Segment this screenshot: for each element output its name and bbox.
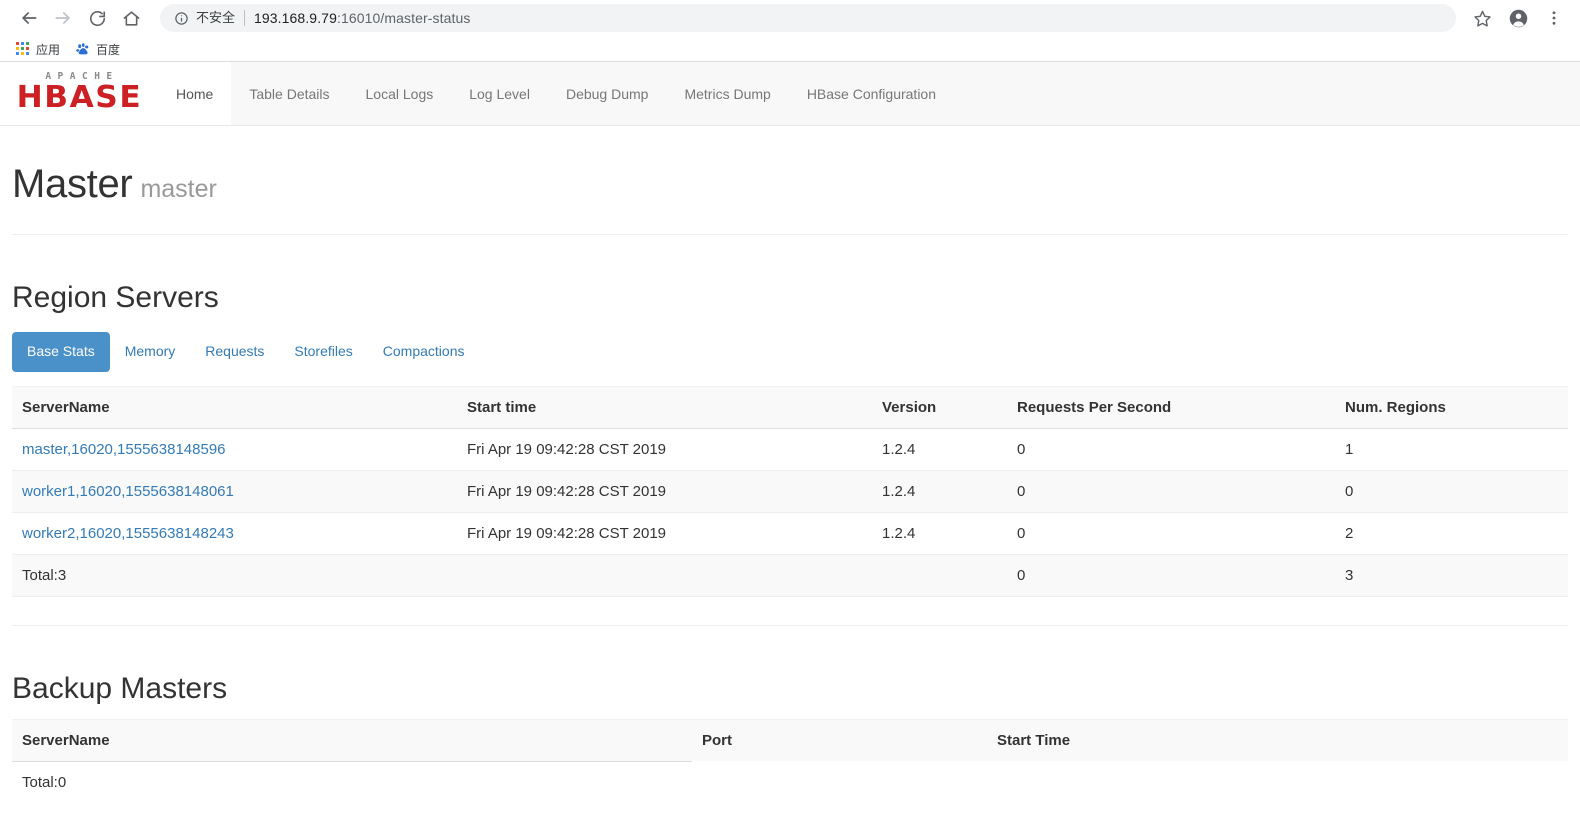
cell-version: 1.2.4 [872, 470, 1007, 513]
baidu-paw-icon [76, 43, 89, 55]
page-body: Master master Region Servers Base Stats M… [0, 162, 1580, 817]
profile-avatar-icon[interactable] [1503, 3, 1533, 33]
tab-base-stats[interactable]: Base Stats [12, 332, 110, 372]
col-servername: ServerName [12, 385, 457, 429]
cell-num-regions: 1 [1335, 428, 1568, 471]
col-bm-port: Port [692, 718, 987, 762]
three-dot-menu-icon[interactable] [1539, 3, 1569, 33]
region-servers-table: ServerName Start time Version Requests P… [12, 385, 1568, 597]
info-circle-icon[interactable] [174, 11, 189, 26]
nav-link-table-details[interactable]: Table Details [231, 62, 347, 125]
cell-version: 1.2.4 [872, 428, 1007, 471]
cell-bm-total-label: Total:0 [22, 773, 67, 791]
star-icon[interactable] [1467, 3, 1497, 33]
server-link[interactable]: master,16020,1555638148596 [22, 441, 226, 458]
backup-masters-heading: Backup Masters [12, 671, 228, 705]
bookmark-apps[interactable]: 应用 [10, 39, 66, 60]
backup-masters-table-body: Total:0 [12, 761, 1568, 803]
region-servers-table-body: master,16020,1555638148596 Fri Apr 19 09… [12, 428, 1568, 597]
table-row: master,16020,1555638148596 Fri Apr 19 09… [12, 428, 1568, 471]
cell-bm-total-start-time [987, 761, 1568, 803]
nav-link-hbase-configuration[interactable]: HBase Configuration [789, 62, 954, 125]
backup-masters-table-head: ServerName Port Start Time [12, 718, 1568, 762]
browser-chrome: 不安全 193.168.9.79:16010/master-status 应用 … [0, 0, 1580, 62]
logo-hbase-text: HBASE [16, 79, 142, 115]
page-content: APACHE HBASE Home Table Details Local Lo… [0, 62, 1580, 817]
cell-servername: worker1,16020,1555638148061 [12, 470, 457, 513]
bookmark-apps-label: 应用 [36, 42, 61, 57]
title-divider [12, 234, 1568, 235]
hbase-navbar: APACHE HBASE Home Table Details Local Lo… [0, 62, 1580, 126]
server-link[interactable]: worker1,16020,1555638148061 [22, 483, 234, 500]
cell-servername: master,16020,1555638148596 [12, 428, 457, 471]
table-row: worker2,16020,1555638148243 Fri Apr 19 0… [12, 512, 1568, 555]
page-title-sub: master [140, 175, 217, 203]
cell-total-label: Total:3 [12, 554, 457, 597]
home-icon[interactable] [116, 3, 146, 33]
cell-total-start-time [457, 554, 872, 597]
col-bm-start-time: Start Time [987, 718, 1568, 762]
cell-servername: worker2,16020,1555638148243 [12, 512, 457, 555]
table-header-row: ServerName Port Start Time [12, 718, 1568, 762]
cell-total-version [872, 554, 1007, 597]
hbase-logo[interactable]: APACHE HBASE [0, 62, 158, 125]
table-total-row: Total:3 0 3 [12, 554, 1568, 597]
nav-link-home[interactable]: Home [158, 62, 232, 125]
col-num-regions: Num. Regions [1335, 385, 1568, 429]
url-host: 193.168.9.79 [254, 10, 337, 26]
tab-compactions[interactable]: Compactions [368, 332, 480, 372]
table-total-row: Total:0 [12, 761, 1568, 803]
cell-bm-total-port [692, 761, 987, 803]
cell-start-time: Fri Apr 19 09:42:28 CST 2019 [457, 512, 872, 555]
region-servers-table-head: ServerName Start time Version Requests P… [12, 385, 1568, 429]
hbase-nav-links: Home Table Details Local Logs Log Level … [158, 62, 954, 125]
nav-link-debug-dump[interactable]: Debug Dump [548, 62, 667, 125]
table-row: worker1,16020,1555638148061 Fri Apr 19 0… [12, 470, 1568, 513]
col-requests-per-second: Requests Per Second [1007, 385, 1335, 429]
page-title: Master master [12, 162, 1568, 206]
tab-storefiles[interactable]: Storefiles [279, 332, 367, 372]
url-path: :16010/master-status [336, 10, 471, 26]
nav-link-local-logs[interactable]: Local Logs [348, 62, 452, 125]
backup-masters-table: ServerName Port Start Time Total:0 [12, 718, 1568, 803]
nav-link-log-level[interactable]: Log Level [451, 62, 548, 125]
cell-num-regions: 0 [1335, 470, 1568, 513]
bookmarks-bar: 应用 百度 [0, 36, 1580, 62]
bookmark-baidu[interactable]: 百度 [70, 39, 126, 60]
toolbar-right-actions [1464, 3, 1572, 33]
url-text: 193.168.9.79:16010/master-status [254, 10, 470, 26]
browser-toolbar: 不安全 193.168.9.79:16010/master-status [0, 0, 1580, 36]
table-header-row: ServerName Start time Version Requests P… [12, 385, 1568, 429]
tab-memory[interactable]: Memory [110, 332, 191, 372]
col-start-time: Start time [457, 385, 872, 429]
back-arrow-icon[interactable] [14, 3, 44, 33]
col-version: Version [872, 385, 1007, 429]
bookmark-baidu-label: 百度 [96, 42, 121, 57]
cell-num-regions: 2 [1335, 512, 1568, 555]
apps-grid-icon [16, 42, 30, 56]
cell-requests-per-second: 0 [1007, 512, 1335, 555]
col-bm-servername: ServerName [12, 718, 692, 762]
reload-icon[interactable] [82, 3, 112, 33]
cell-version: 1.2.4 [872, 512, 1007, 555]
cell-total-num-regions: 3 [1335, 554, 1568, 597]
address-bar[interactable]: 不安全 193.168.9.79:16010/master-status [160, 4, 1456, 32]
cell-start-time: Fri Apr 19 09:42:28 CST 2019 [457, 428, 872, 471]
cell-start-time: Fri Apr 19 09:42:28 CST 2019 [457, 470, 872, 513]
forward-arrow-icon[interactable] [48, 3, 78, 33]
cell-requests-per-second: 0 [1007, 428, 1335, 471]
region-servers-heading: Region Servers [12, 281, 219, 314]
page-title-main: Master [12, 162, 133, 206]
security-status-label: 不安全 [196, 10, 246, 26]
nav-link-metrics-dump[interactable]: Metrics Dump [666, 62, 788, 125]
region-servers-tabs: Base Stats Memory Requests Storefiles Co… [12, 332, 1568, 372]
cell-total-requests-per-second: 0 [1007, 554, 1335, 597]
server-link[interactable]: worker2,16020,1555638148243 [22, 525, 234, 542]
tab-requests[interactable]: Requests [190, 332, 279, 372]
region-servers-divider [12, 624, 1568, 626]
cell-requests-per-second: 0 [1007, 470, 1335, 513]
